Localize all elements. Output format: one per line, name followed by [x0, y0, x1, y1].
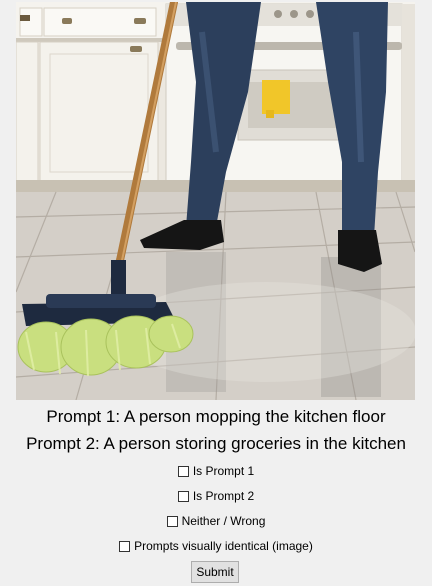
option-visually-identical[interactable]: Prompts visually identical (image)	[0, 538, 432, 556]
is-prompt-2-checkbox[interactable]	[177, 490, 189, 502]
submit-button[interactable]: Submit	[191, 561, 239, 583]
is-prompt-2-label: Is Prompt 2	[192, 489, 255, 503]
option-is-prompt-2[interactable]: Is Prompt 2	[0, 488, 432, 506]
neither-wrong-label: Neither / Wrong	[181, 514, 266, 528]
visually-identical-label: Prompts visually identical (image)	[134, 539, 313, 553]
generated-image	[16, 2, 415, 400]
is-prompt-1-checkbox[interactable]	[177, 465, 189, 477]
neither-wrong-checkbox[interactable]	[166, 515, 178, 527]
option-is-prompt-1[interactable]: Is Prompt 1	[0, 463, 432, 481]
visually-identical-checkbox[interactable]	[119, 540, 131, 552]
is-prompt-1-label: Is Prompt 1	[192, 464, 255, 478]
option-neither-wrong[interactable]: Neither / Wrong	[0, 513, 432, 531]
prompt-2-text: Prompt 2: A person storing groceries in …	[26, 434, 406, 453]
prompt-1-text: Prompt 1: A person mopping the kitchen f…	[46, 407, 386, 426]
